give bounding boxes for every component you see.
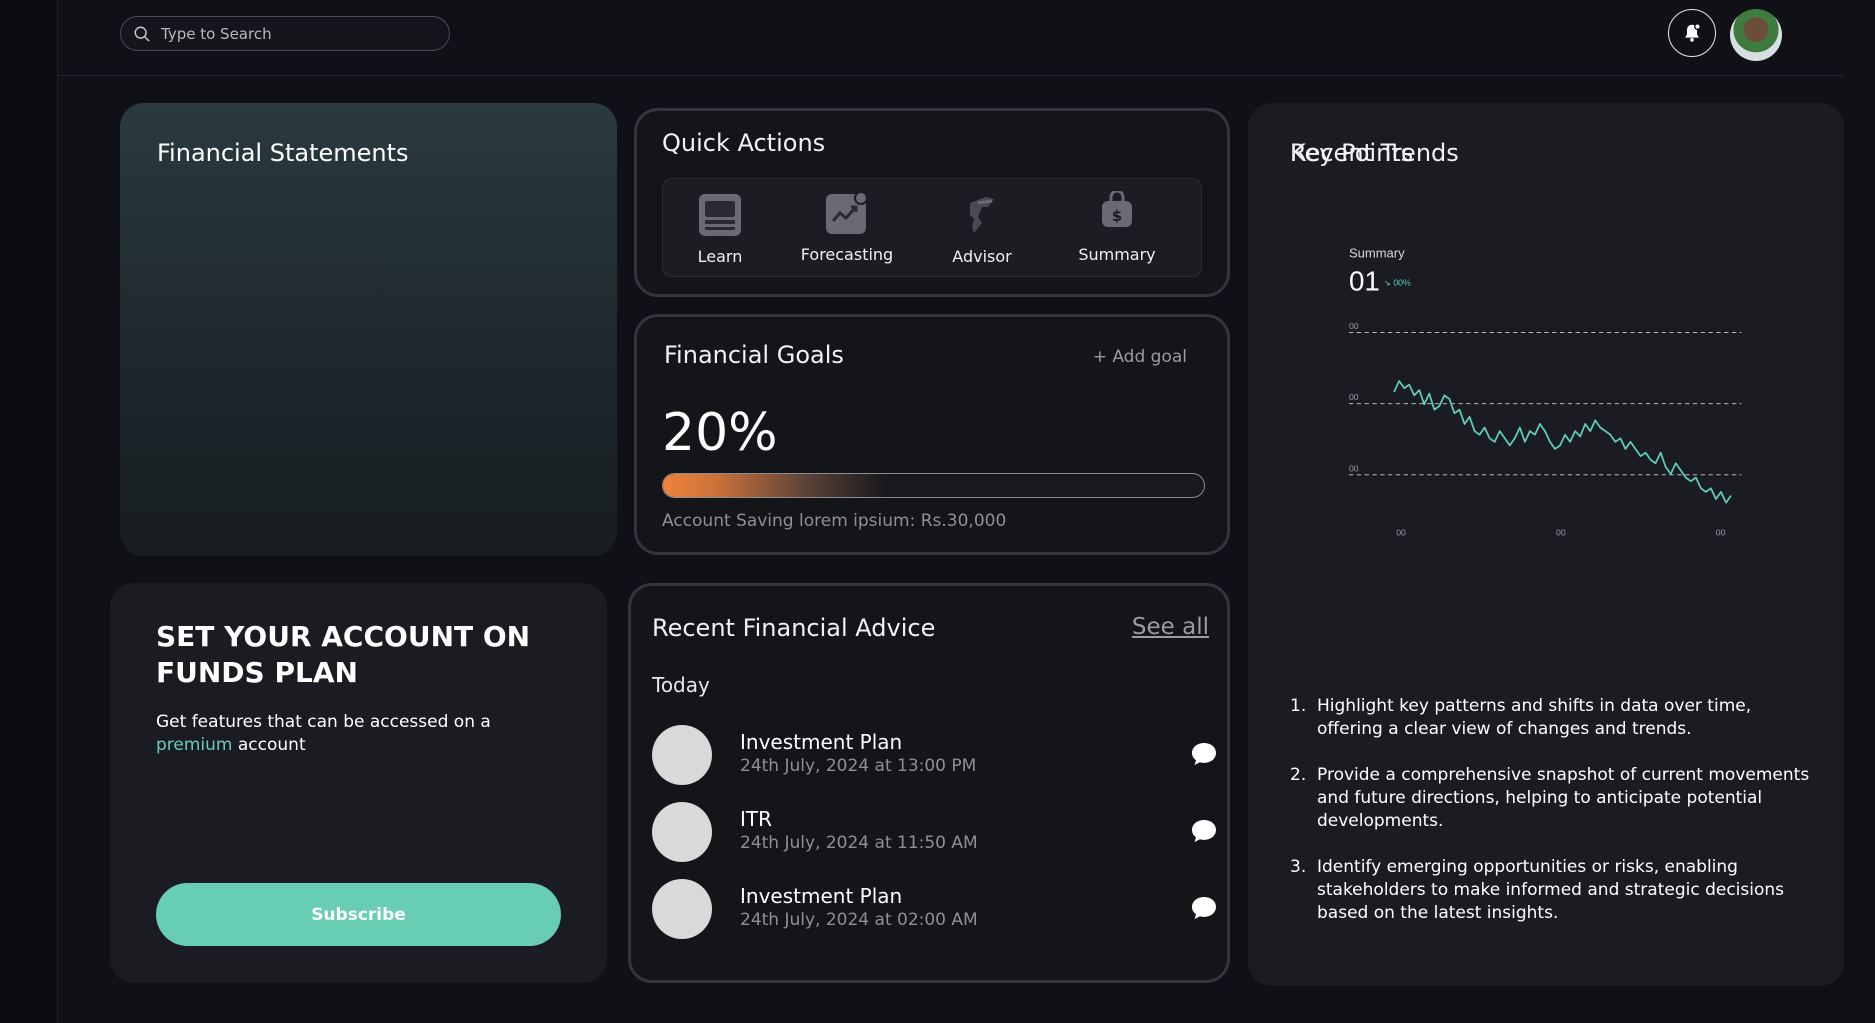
recent-trends-card: Recent Trends Summary 01 ↘ 00% 00 00 00 00 00 00… <box>1248 103 1844 986</box>
quick-action-advisor[interactable]: Advisor <box>927 193 1037 266</box>
subscribe-description: Get features that can be accessed on a p… <box>156 711 536 757</box>
search-icon <box>134 26 150 41</box>
chat-icon[interactable] <box>1190 741 1218 767</box>
advisor-icon <box>970 197 994 233</box>
chat-icon[interactable] <box>1190 818 1218 844</box>
trend-chart: Summary 01 ↘ 00% 00 00 00 00 00 00 <box>1290 223 1790 553</box>
financial-goals-title: Financial Goals <box>664 341 844 369</box>
advice-date: 24th July, 2024 at 02:00 AM <box>740 910 978 930</box>
quick-actions-panel: Learn Forecasting Advisor $ Summary <box>662 178 1202 277</box>
chart-series-line <box>1393 380 1732 504</box>
subscribe-card: SET YOUR ACCOUNT ON FUNDS PLAN Get featu… <box>110 583 607 983</box>
search-box[interactable] <box>120 16 450 51</box>
advice-avatar <box>652 879 712 939</box>
advice-date: 24th July, 2024 at 13:00 PM <box>740 756 977 776</box>
subscribe-text: Get features that can be accessed on a <box>156 712 491 732</box>
goal-progress-fill <box>663 474 885 497</box>
goal-progress-bar <box>662 473 1205 498</box>
key-points-title: Key Points <box>1290 139 1414 167</box>
financial-goals-card: Financial Goals + Add goal 20% Account S… <box>634 314 1230 555</box>
chart-x-tick: 00 <box>1716 528 1726 538</box>
chart-change-label: ↘ 00% <box>1384 278 1411 288</box>
quick-action-label: Learn <box>697 247 743 266</box>
quick-action-label: Advisor <box>952 247 1012 266</box>
advice-title: ITR <box>740 807 773 831</box>
advice-avatar <box>652 802 712 862</box>
advice-date: 24th July, 2024 at 11:50 AM <box>740 833 978 853</box>
advice-group-label: Today <box>652 673 710 697</box>
chart-x-tick: 00 <box>1556 528 1566 538</box>
left-rail <box>0 0 58 1023</box>
advice-item[interactable]: ITR 24th July, 2024 at 11:50 AM <box>652 802 1216 862</box>
key-points-list: 1. Highlight key patterns and shifts in d… <box>1290 695 1810 948</box>
advice-avatar <box>652 725 712 785</box>
chart-y-tick: 00 <box>1349 321 1359 331</box>
chart-x-tick: 00 <box>1396 528 1406 538</box>
bell-icon <box>1685 23 1701 42</box>
add-goal-button[interactable]: + Add goal <box>1093 347 1187 367</box>
goal-note: Account Saving lorem ipsium: Rs.30,000 <box>662 511 1007 531</box>
chart-y-tick: 00 <box>1349 463 1359 473</box>
search-input[interactable] <box>161 24 441 43</box>
chart-summary-value: 01 <box>1349 266 1380 297</box>
quick-action-label: Summary <box>1078 245 1156 264</box>
subscribe-button[interactable]: Subscribe <box>156 883 561 946</box>
goal-percentage: 20% <box>662 403 778 463</box>
key-point: 3. Identify emerging opportunities or ris… <box>1290 857 1785 923</box>
chat-icon[interactable] <box>1190 895 1218 921</box>
quick-action-learn[interactable]: Learn <box>665 193 775 266</box>
advice-item[interactable]: Investment Plan 24th July, 2024 at 13:00… <box>652 725 1216 785</box>
quick-actions-title: Quick Actions <box>662 129 826 157</box>
premium-highlight: premium <box>156 735 233 755</box>
chart-trend-icon <box>826 191 868 234</box>
financial-statements-title: Financial Statements <box>157 139 409 167</box>
advice-title: Investment Plan <box>740 730 903 754</box>
book-icon <box>699 194 741 236</box>
quick-action-label: Forecasting <box>800 245 894 264</box>
top-bar <box>58 0 1843 76</box>
money-bag-icon: $ <box>1102 189 1132 227</box>
financial-statements-card: Financial Statements <box>120 103 617 556</box>
quick-actions-card: Quick Actions Learn Forecasting Advisor … <box>634 108 1230 297</box>
chart-y-tick: 00 <box>1349 392 1359 402</box>
subscribe-title: SET YOUR ACCOUNT ON FUNDS PLAN <box>156 620 531 689</box>
advice-item[interactable]: Investment Plan 24th July, 2024 at 02:00… <box>652 879 1216 939</box>
recent-advice-title: Recent Financial Advice <box>652 614 936 642</box>
subscribe-text-end: account <box>232 735 306 755</box>
trend-chart-svg: Summary 01 ↘ 00% 00 00 00 00 00 00 <box>1348 246 1742 538</box>
key-point: 1. Highlight key patterns and shifts in d… <box>1290 696 1752 739</box>
advice-title: Investment Plan <box>740 884 903 908</box>
notification-button[interactable] <box>1668 9 1716 57</box>
quick-action-summary[interactable]: $ Summary <box>1062 189 1172 264</box>
key-point-text: Identify emerging opportunities or risks… <box>1317 857 1785 923</box>
quick-action-forecasting[interactable]: Forecasting <box>792 191 902 264</box>
key-point-text: Highlight key patterns and shifts in dat… <box>1317 696 1752 739</box>
key-point-text: Provide a comprehensive snapshot of curr… <box>1317 765 1810 831</box>
recent-advice-card: Recent Financial Advice See all Today In… <box>628 583 1230 983</box>
chart-summary-label: Summary <box>1349 246 1405 261</box>
key-point: 2. Provide a comprehensive snapshot of cu… <box>1290 765 1810 831</box>
see-all-link[interactable]: See all <box>1132 614 1209 640</box>
svg-text:$: $ <box>1112 207 1122 225</box>
user-avatar[interactable] <box>1730 9 1782 61</box>
